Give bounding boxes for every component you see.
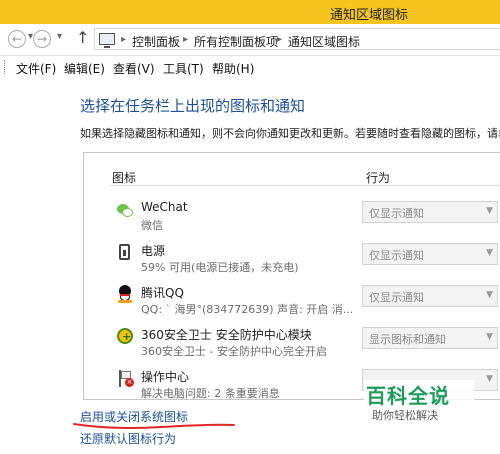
list-item: 电源 59% 可用(电源已接通，未充电) 仅显示通知 ▼ (84, 241, 500, 285)
chevron-down-icon: ▼ (486, 332, 493, 342)
item-description: QQ: ` 海男°(834772639) 声音: 开启 消... (141, 303, 354, 316)
item-name: 腾讯QQ (141, 286, 184, 300)
item-name: 电源 (141, 244, 166, 258)
window-title: 通知区域图标 (330, 8, 409, 23)
restore-default-behavior-link[interactable]: 还原默认图标行为 (80, 430, 176, 447)
behavior-dropdown[interactable]: 仅显示通知 ▼ (362, 285, 498, 307)
page-description: 如果选择隐藏图标和通知，则不会向你通知更改和更新。若要随时查看隐藏的图标，请单击 (80, 127, 500, 140)
item-name: 操作中心 (141, 370, 190, 384)
menu-bar: 文件(F) 编辑(E) 查看(V) 工具(T) 帮助(H) (0, 55, 500, 77)
up-arrow-icon[interactable]: ↑ (76, 28, 89, 47)
chevron-down-icon: ▼ (486, 290, 493, 300)
menu-help[interactable]: 帮助(H) (212, 60, 254, 77)
item-description: 微信 (141, 219, 163, 232)
breadcrumb-all-items[interactable]: 所有控制面板项 (194, 33, 278, 50)
action-center-flag-icon: × (116, 369, 134, 387)
wechat-icon (116, 201, 134, 219)
behavior-dropdown[interactable]: 仅显示通知 ▼ (362, 243, 498, 265)
menu-tools[interactable]: 工具(T) (163, 60, 204, 77)
breadcrumb-control-panel[interactable]: 控制面板 (132, 33, 180, 50)
item-description: 解决电脑问题: 2 条重要消息 (141, 387, 280, 400)
header-divider (110, 185, 500, 186)
item-description: 59% 可用(电源已接通，未充电) (141, 261, 299, 274)
list-item: 腾讯QQ QQ: ` 海男°(834772639) 声音: 开启 消... 仅显… (84, 283, 500, 327)
360-shield-icon: + (116, 327, 134, 345)
icon-list-panel: 图标 行为 WeChat 微信 仅显示通知 ▼ 电源 59% 可用(电源已接通，… (83, 152, 500, 400)
power-icon (116, 243, 134, 261)
watermark-slogan: 助你轻松解决 (372, 409, 438, 422)
chevron-down-icon: ▼ (486, 248, 493, 258)
watermark-title: 百科全说 (366, 384, 450, 408)
computer-icon (99, 33, 115, 48)
chevron-down-icon: ▼ (486, 374, 493, 384)
forward-history-icon[interactable]: ▾ (57, 31, 62, 42)
page-title: 选择在任务栏上出现的图标和通知 (80, 97, 306, 115)
breadcrumb-separator-icon[interactable]: ▸ (277, 34, 282, 45)
behavior-dropdown[interactable]: 仅显示通知 ▼ (362, 201, 498, 223)
column-header-behavior: 行为 (366, 171, 391, 185)
back-button[interactable]: ← (8, 30, 26, 48)
list-item: + 360安全卫士 安全防护中心模块 360安全卫士 - 安全防护中心完全开启 … (84, 325, 500, 369)
address-bar[interactable]: ▸ 控制面板 ▸ 所有控制面板项 ▸ 通知区域图标 (94, 28, 500, 50)
behavior-value: 仅显示通知 (369, 291, 424, 304)
menu-edit[interactable]: 编辑(E) (64, 60, 105, 77)
menu-file[interactable]: 文件(F) (16, 60, 56, 77)
breadcrumb-separator-icon[interactable]: ▸ (121, 34, 126, 45)
qq-icon (116, 285, 134, 303)
title-bar: 通知区域图标 (0, 0, 500, 24)
chevron-down-icon: ▼ (486, 206, 493, 216)
watermark: 百科全说 助你轻松解决 (364, 380, 474, 426)
behavior-value: 仅显示通知 (369, 249, 424, 262)
item-description: 360安全卫士 - 安全防护中心完全开启 (141, 345, 327, 358)
item-name: WeChat (141, 200, 188, 214)
forward-button[interactable]: → (33, 30, 51, 48)
behavior-dropdown[interactable]: 显示图标和通知 ▼ (362, 327, 498, 349)
behavior-value: 仅显示通知 (369, 207, 424, 220)
column-header-icon: 图标 (112, 171, 137, 185)
menu-grip (4, 60, 6, 74)
navigation-bar: ← ▾ → ▾ ↑ ▸ 控制面板 ▸ 所有控制面板项 ▸ 通知区域图标 (0, 24, 500, 54)
menu-view[interactable]: 查看(V) (113, 60, 155, 77)
behavior-value: 显示图标和通知 (369, 333, 446, 346)
breadcrumb-notification-icons[interactable]: 通知区域图标 (288, 33, 360, 50)
item-name: 360安全卫士 安全防护中心模块 (141, 328, 312, 342)
list-item: WeChat 微信 仅显示通知 ▼ (84, 199, 500, 243)
breadcrumb-separator-icon[interactable]: ▸ (183, 34, 188, 45)
